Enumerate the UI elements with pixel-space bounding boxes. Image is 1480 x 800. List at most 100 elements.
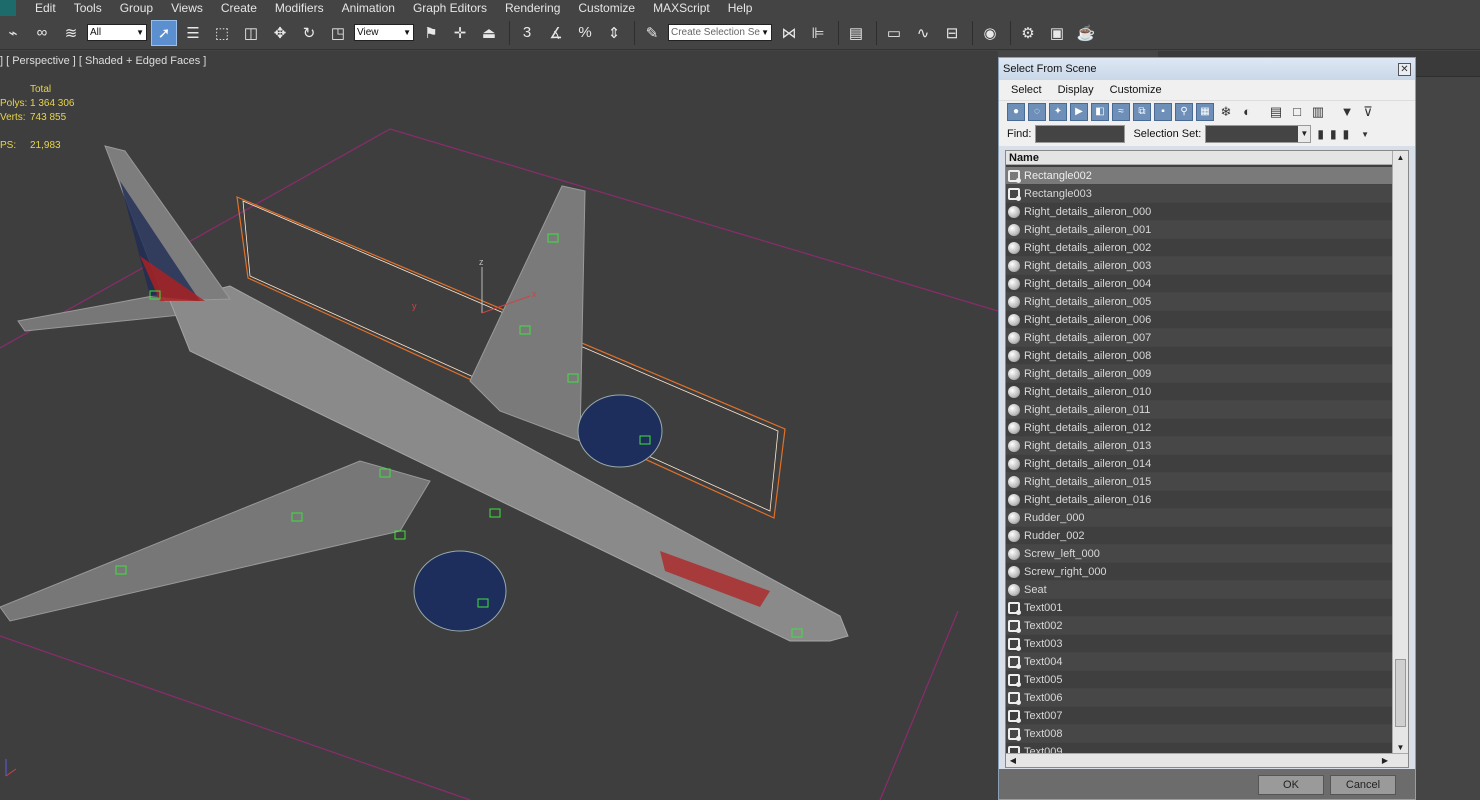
- snap-toggle-icon[interactable]: 3: [514, 20, 540, 46]
- move-icon[interactable]: ✥: [267, 20, 293, 46]
- list-item[interactable]: Right_details_aileron_006: [1006, 311, 1392, 329]
- menu-group[interactable]: Group: [111, 0, 162, 16]
- bind-spacewarp-icon[interactable]: ≋: [58, 20, 84, 46]
- perspective-viewport[interactable]: z x y ] [ Perspective ] [ Shaded + Edged…: [0, 51, 998, 800]
- display-none-icon[interactable]: □: [1288, 102, 1306, 121]
- display-lights-icon[interactable]: ✦: [1049, 102, 1067, 121]
- find-input[interactable]: [1035, 125, 1126, 143]
- graphite-ribbon-icon[interactable]: ▭: [881, 20, 907, 46]
- list-item[interactable]: Text003: [1006, 635, 1392, 653]
- list-item[interactable]: Text006: [1006, 689, 1392, 707]
- list-item[interactable]: Rectangle003: [1006, 185, 1392, 203]
- pivot-center-icon[interactable]: ⚑: [418, 20, 444, 46]
- list-item[interactable]: Text008: [1006, 725, 1392, 743]
- dialog-menu-customize[interactable]: Customize: [1110, 84, 1162, 96]
- edit-named-selection-icon[interactable]: ✎: [639, 20, 665, 46]
- display-helpers-icon[interactable]: ◧: [1091, 102, 1109, 121]
- spinner-snap-icon[interactable]: ⇕: [601, 20, 627, 46]
- list-item[interactable]: Right_details_aileron_016: [1006, 491, 1392, 509]
- list-item[interactable]: Right_details_aileron_005: [1006, 293, 1392, 311]
- reference-coordinate-dropdown[interactable]: View ▼: [354, 24, 414, 41]
- list-item[interactable]: Right_details_aileron_000: [1006, 203, 1392, 221]
- list-item[interactable]: Rudder_000: [1006, 509, 1392, 527]
- list-item[interactable]: Text004: [1006, 653, 1392, 671]
- display-invert-icon[interactable]: ▥: [1309, 102, 1327, 121]
- list-item[interactable]: Right_details_aileron_011: [1006, 401, 1392, 419]
- display-xrefs-icon[interactable]: ▪: [1154, 102, 1172, 121]
- menu-help[interactable]: Help: [719, 0, 762, 16]
- viewport-label[interactable]: ] [ Perspective ] [ Shaded + Edged Faces…: [0, 55, 206, 67]
- display-geometry-icon[interactable]: ●: [1007, 102, 1025, 121]
- create-selection-set-icon[interactable]: ▮: [1317, 127, 1324, 141]
- scroll-right-icon[interactable]: ▶: [1378, 754, 1392, 767]
- list-item[interactable]: Screw_left_000: [1006, 545, 1392, 563]
- dialog-title-bar[interactable]: Select From Scene ✕: [999, 58, 1415, 80]
- display-all-icon[interactable]: ▤: [1267, 102, 1285, 121]
- list-item[interactable]: Text001: [1006, 599, 1392, 617]
- list-item[interactable]: Right_details_aileron_004: [1006, 275, 1392, 293]
- list-item[interactable]: Right_details_aileron_013: [1006, 437, 1392, 455]
- display-spacewarps-icon[interactable]: ≈: [1112, 102, 1130, 121]
- display-bones-icon[interactable]: ⚲: [1175, 102, 1193, 121]
- window-crossing-icon[interactable]: ◫: [238, 20, 264, 46]
- scroll-up-icon[interactable]: ▲: [1393, 151, 1408, 165]
- list-item[interactable]: Right_details_aileron_008: [1006, 347, 1392, 365]
- select-object-icon[interactable]: ➚: [151, 19, 177, 46]
- select-by-name-icon[interactable]: ☰: [180, 20, 206, 46]
- display-shapes-icon[interactable]: ◌: [1028, 102, 1046, 121]
- display-containers-icon[interactable]: ▦: [1196, 102, 1214, 121]
- align-icon[interactable]: ⊫: [805, 20, 831, 46]
- menu-create[interactable]: Create: [212, 0, 266, 16]
- add-to-selection-set-icon[interactable]: ▮: [1330, 127, 1337, 141]
- scrollbar-thumb[interactable]: [1395, 659, 1406, 727]
- list-item[interactable]: Right_details_aileron_012: [1006, 419, 1392, 437]
- filter-options-icon[interactable]: ⊽: [1359, 102, 1377, 121]
- list-item[interactable]: Rudder_002: [1006, 527, 1392, 545]
- ok-button[interactable]: OK: [1258, 775, 1324, 795]
- selection-set-dropdown[interactable]: ▼: [1205, 125, 1312, 143]
- rectangular-region-icon[interactable]: ⬚: [209, 20, 235, 46]
- scale-icon[interactable]: ◳: [325, 20, 351, 46]
- list-item[interactable]: Screw_right_000: [1006, 563, 1392, 581]
- rotate-icon[interactable]: ↻: [296, 20, 322, 46]
- angle-snap-icon[interactable]: ∡: [543, 20, 569, 46]
- unlink-icon[interactable]: ⌁: [0, 20, 26, 46]
- display-groups-icon[interactable]: ⧉: [1133, 102, 1151, 121]
- percent-snap-icon[interactable]: %: [572, 20, 598, 46]
- list-item[interactable]: Text002: [1006, 617, 1392, 635]
- menu-customize[interactable]: Customize: [569, 0, 644, 16]
- filter-icon[interactable]: ▼: [1338, 102, 1356, 121]
- scroll-left-icon[interactable]: ◀: [1006, 754, 1020, 767]
- layer-manager-icon[interactable]: ▤: [843, 20, 869, 46]
- material-editor-icon[interactable]: ◉: [977, 20, 1003, 46]
- menu-animation[interactable]: Animation: [333, 0, 404, 16]
- schematic-view-icon[interactable]: ⊟: [939, 20, 965, 46]
- cancel-button[interactable]: Cancel: [1330, 775, 1396, 795]
- dialog-menu-select[interactable]: Select: [1011, 84, 1042, 96]
- expand-options-icon[interactable]: ▼: [1361, 130, 1369, 139]
- horizontal-scrollbar[interactable]: ◀ ▶: [1006, 753, 1408, 767]
- list-item[interactable]: Right_details_aileron_007: [1006, 329, 1392, 347]
- render-frame-icon[interactable]: ▣: [1044, 20, 1070, 46]
- menu-modifiers[interactable]: Modifiers: [266, 0, 333, 16]
- remove-from-selection-set-icon[interactable]: ▮: [1343, 127, 1350, 141]
- column-header-name[interactable]: Name: [1006, 151, 1408, 165]
- menu-rendering[interactable]: Rendering: [496, 0, 569, 16]
- dialog-menu-display[interactable]: Display: [1058, 84, 1094, 96]
- menu-graph-editors[interactable]: Graph Editors: [404, 0, 496, 16]
- list-item[interactable]: Right_details_aileron_015: [1006, 473, 1392, 491]
- curve-editor-icon[interactable]: ∿: [910, 20, 936, 46]
- selection-filter-dropdown[interactable]: All ▼: [87, 24, 147, 41]
- list-item[interactable]: Text005: [1006, 671, 1392, 689]
- mirror-icon[interactable]: ⋈: [776, 20, 802, 46]
- vertical-scrollbar[interactable]: ▲ ▼: [1392, 151, 1408, 755]
- menu-maxscript[interactable]: MAXScript: [644, 0, 719, 16]
- list-item[interactable]: Right_details_aileron_010: [1006, 383, 1392, 401]
- app-logo-icon[interactable]: [0, 0, 16, 16]
- display-hidden-icon[interactable]: ◐: [1238, 102, 1256, 121]
- render-setup-icon[interactable]: ⚙: [1015, 20, 1041, 46]
- list-item[interactable]: Right_details_aileron_009: [1006, 365, 1392, 383]
- list-item[interactable]: Seat: [1006, 581, 1392, 599]
- list-item[interactable]: Right_details_aileron_001: [1006, 221, 1392, 239]
- select-manipulate-icon[interactable]: ✛: [447, 20, 473, 46]
